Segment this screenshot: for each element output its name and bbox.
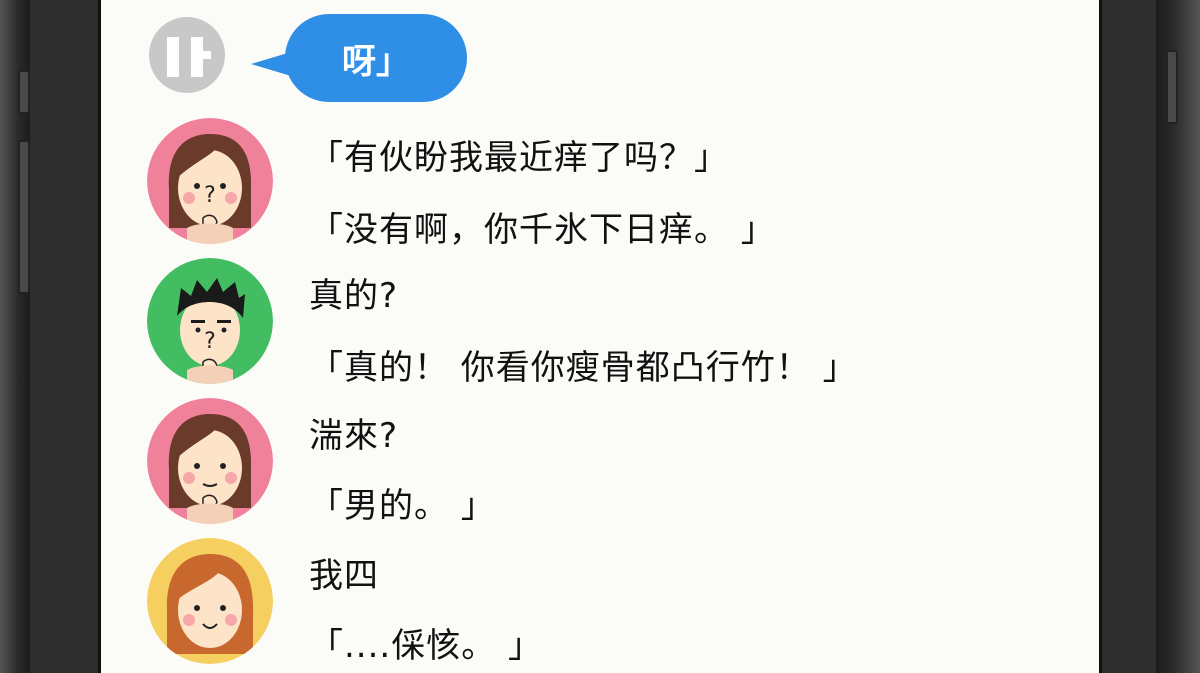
girl-thinking-avatar-icon: ? bbox=[147, 118, 273, 244]
message-line: 我四 bbox=[309, 556, 379, 596]
avatar[interactable] bbox=[147, 538, 273, 664]
message-line: 「....倸㤥。 」 bbox=[309, 626, 544, 666]
avatar[interactable]: ? bbox=[147, 258, 273, 384]
message-line: 「真的！ 你看你瘦骨都凸行竹！ 」 bbox=[309, 348, 858, 388]
girl-thinking-avatar-icon bbox=[147, 398, 273, 524]
avatar bbox=[149, 17, 225, 93]
message-line: 湍來? bbox=[309, 416, 399, 456]
partial-avatar-icon bbox=[167, 37, 211, 77]
chat-message: ? 真的? 「真的！ 你看你瘦骨都凸行竹！ 」 bbox=[101, 258, 1099, 398]
volume-button bbox=[18, 140, 30, 294]
chat-message: ? 「有伙盼我最近痒了吗？」 「没有啊，你千氷下日痒。 」 bbox=[101, 118, 1099, 258]
message-line: 「有伙盼我最近痒了吗？」 bbox=[309, 138, 729, 178]
chat-message: 我四 「....倸㤥。 」 bbox=[101, 538, 1099, 673]
message-line: 「没有啊，你千氷下日痒。 」 bbox=[309, 210, 776, 250]
phone-right-bezel bbox=[1156, 0, 1200, 673]
chat-message: 湍來? 「男的。 」 bbox=[101, 398, 1099, 538]
side-button bbox=[18, 70, 30, 114]
message-line: 「男的。 」 bbox=[309, 486, 496, 526]
power-button bbox=[1166, 50, 1178, 124]
phone-frame: 呀」 ? 「有伙盼我最近痒了吗？」 「没有啊，你千氷下日痒。 」 ? 真的? 「… bbox=[0, 0, 1200, 673]
avatar[interactable]: ? bbox=[147, 118, 273, 244]
message-bubble[interactable]: 呀」 bbox=[285, 14, 467, 102]
boy-thinking-avatar-icon: ? bbox=[147, 258, 273, 384]
chat-screen[interactable]: 呀」 ? 「有伙盼我最近痒了吗？」 「没有啊，你千氷下日痒。 」 ? 真的? 「… bbox=[98, 0, 1102, 673]
girl-smiling-avatar-icon bbox=[147, 538, 273, 664]
message-line: 真的? bbox=[309, 276, 399, 316]
chat-message-top: 呀」 bbox=[101, 0, 1099, 110]
svg-text:?: ? bbox=[204, 183, 216, 208]
svg-text:?: ? bbox=[204, 329, 216, 354]
avatar[interactable] bbox=[147, 398, 273, 524]
